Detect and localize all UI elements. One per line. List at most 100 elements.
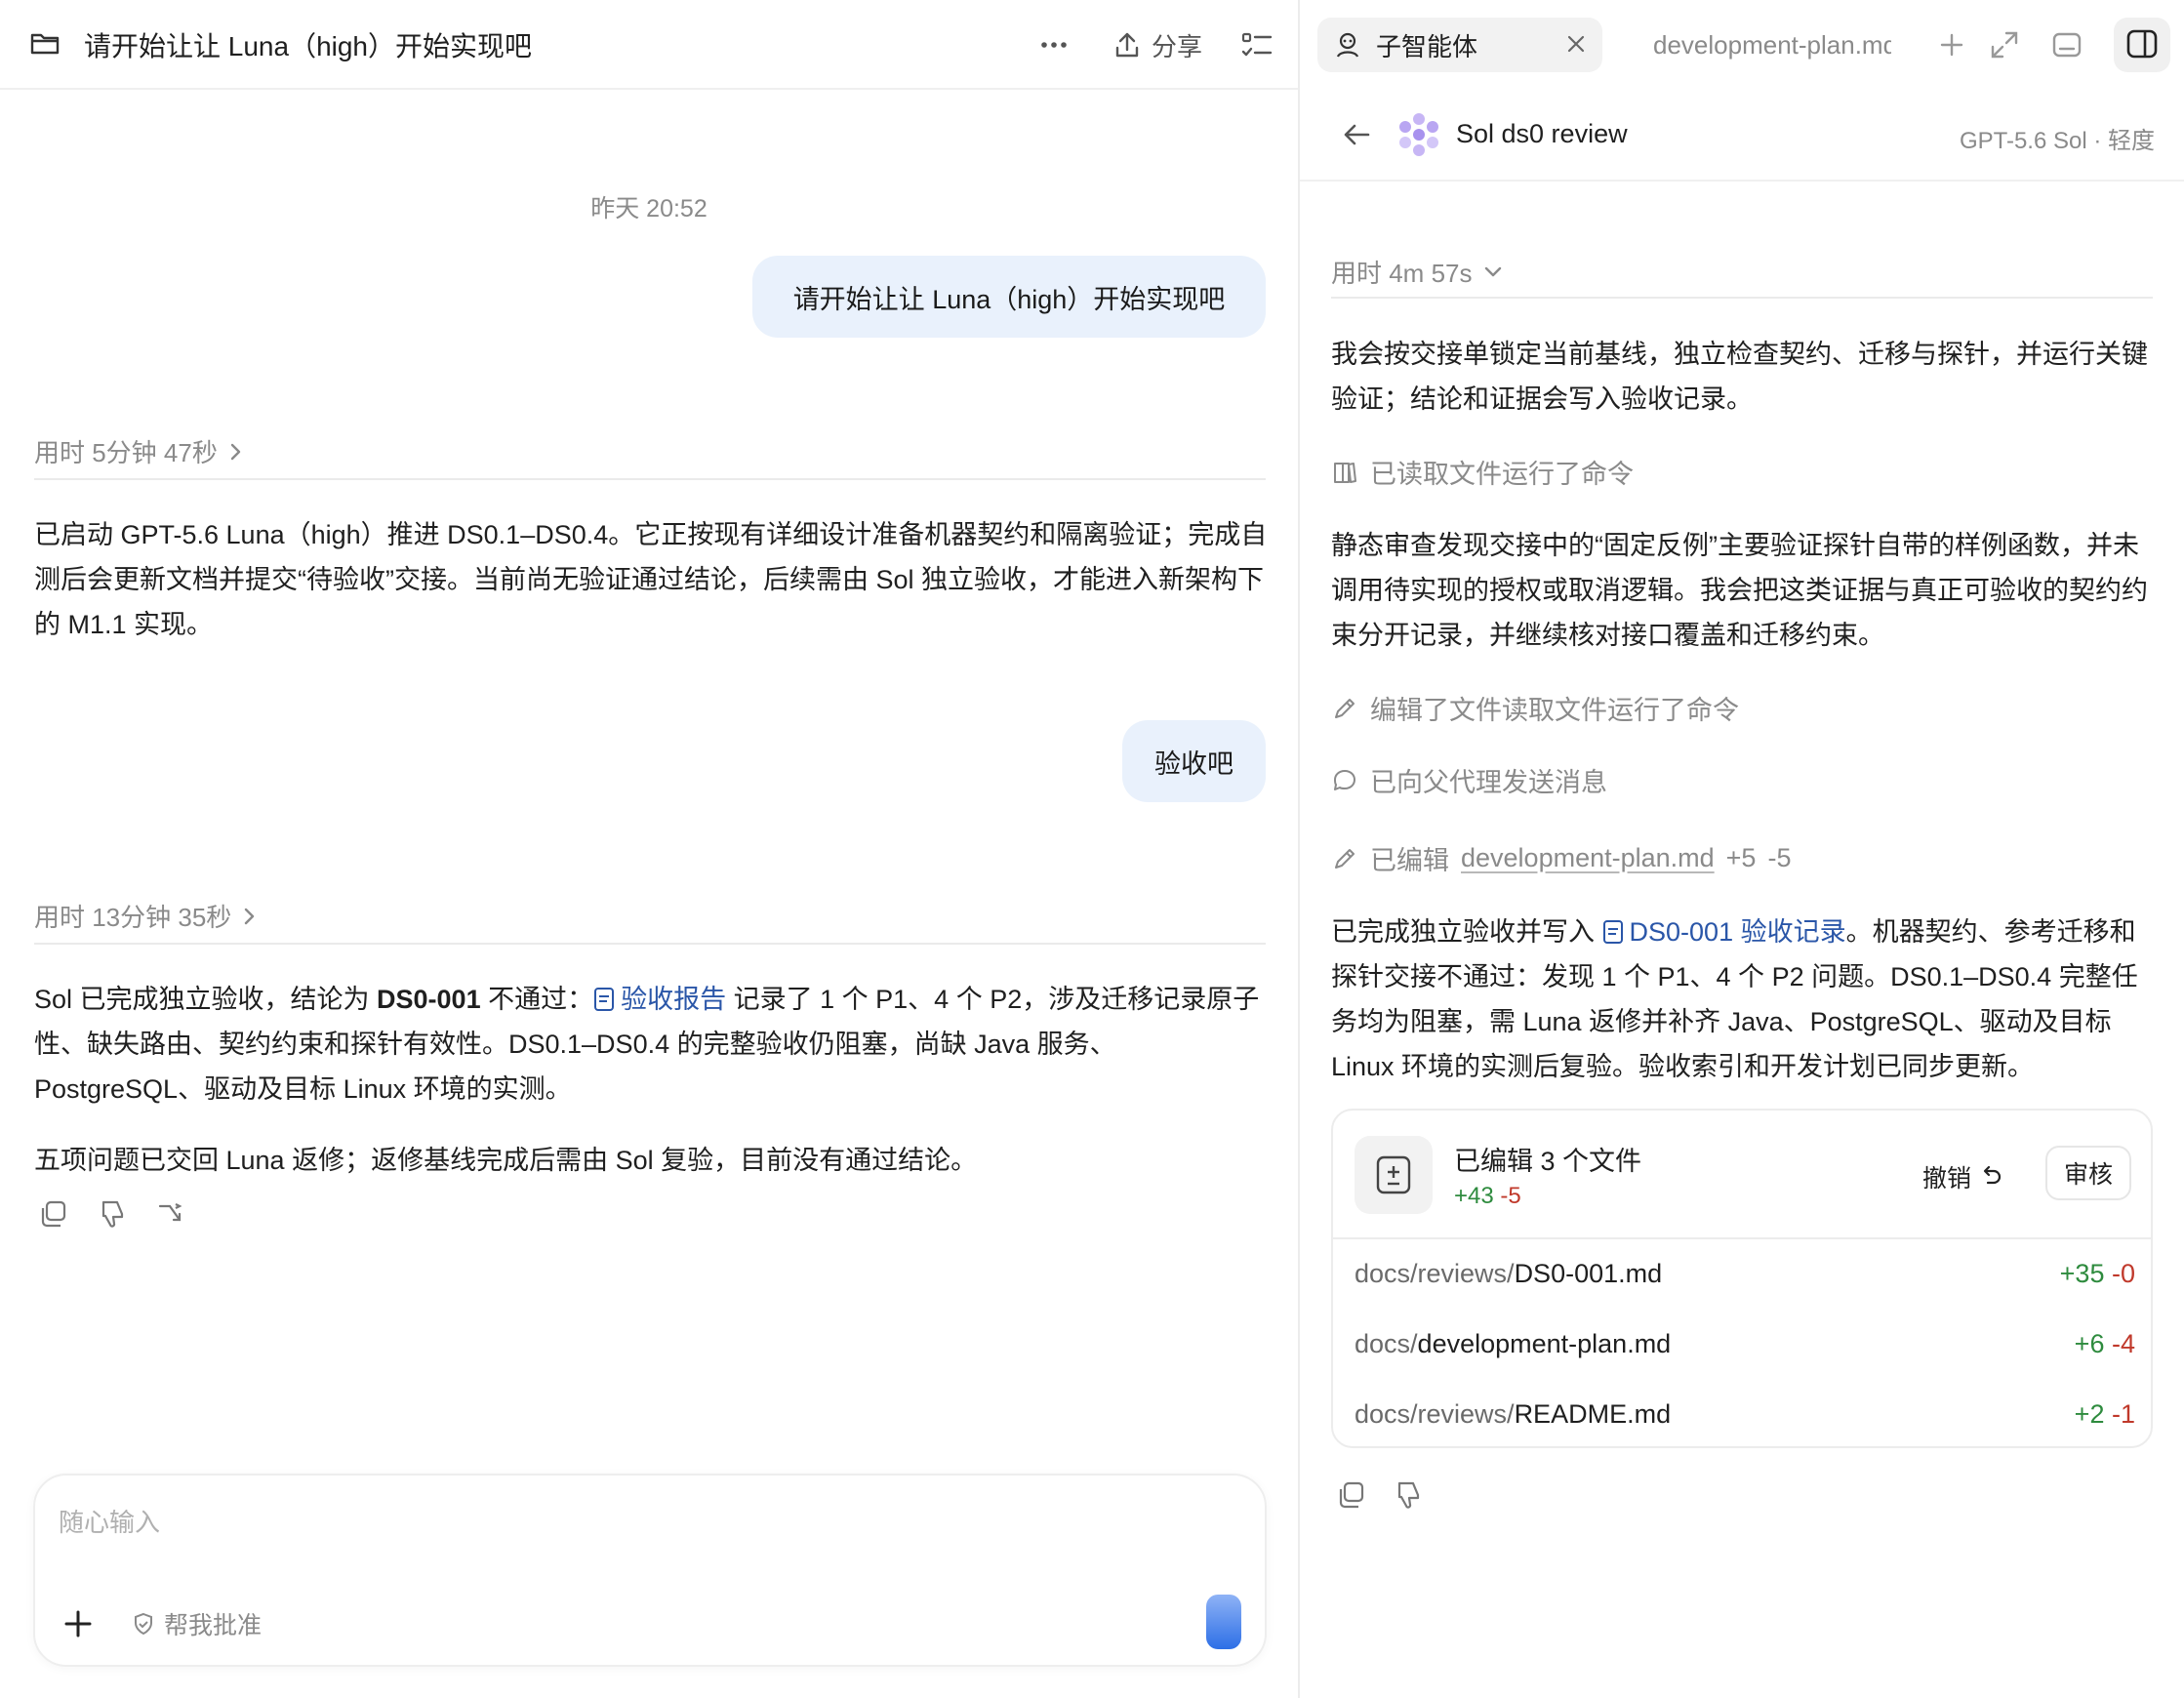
tab-subagent[interactable]: 子智能体 <box>1317 18 1602 72</box>
agent-header: Sol ds0 review GPT-5.6 Sol · 轻度 <box>1300 90 2184 182</box>
review-id: DS0-001 <box>377 985 481 1014</box>
divider <box>1331 297 2153 299</box>
document-icon <box>1602 920 1623 944</box>
auto-approve-toggle[interactable]: 帮我批准 <box>131 1606 262 1641</box>
tool-label: 已向父代理发送消息 <box>1370 768 1607 797</box>
card-header: 已编辑 3 个文件 +43 -5 撤销 审核 <box>1333 1111 2151 1239</box>
tool-activity[interactable]: 编辑了文件读取文件运行了命令 <box>1331 689 1739 727</box>
message-icon <box>1334 769 1355 790</box>
agent-message: 静态审查发现交接中的“固定反例”主要验证探针自带的样例函数，并未调用待实现的授权… <box>1331 531 2148 650</box>
more-options-icon[interactable] <box>1034 25 1073 64</box>
message-timestamp: 昨天 20:52 <box>590 195 708 222</box>
file-name: README.md <box>1514 1399 1672 1429</box>
summary-text: 已完成独立验收并写入 <box>1331 917 1602 947</box>
additions: +2 <box>2074 1399 2105 1429</box>
tool-activity[interactable]: 已向父代理发送消息 <box>1331 761 1607 799</box>
reply-text: Sol 已完成独立验收，结论为 <box>34 985 378 1014</box>
additions: +6 <box>2074 1329 2105 1358</box>
terminal-icon[interactable] <box>2049 27 2084 62</box>
agent-message: 已完成独立验收并写入 DS0-001 验收记录。机器契约、参考迁移和探针交接不通… <box>1331 910 2161 1089</box>
share-icon <box>1115 32 1139 58</box>
agent-message: 我会按交接单锁定当前基线，独立检查契约、迁移与探针，并运行关键验证；结论和证据会… <box>1331 340 2148 414</box>
user-message: 请开始让让 Luna（high）开始实现吧 <box>752 256 1266 338</box>
duration-label: 用时 4m 57s <box>1331 259 1473 288</box>
report-link[interactable]: 验收报告 <box>593 985 726 1014</box>
file-dir: docs/reviews/ <box>1355 1259 1515 1288</box>
additions: +5 <box>1725 843 1757 872</box>
share-button[interactable]: 分享 <box>1112 25 1202 64</box>
expand-icon[interactable] <box>1987 27 2022 62</box>
review-button[interactable]: 审核 <box>2045 1146 2131 1200</box>
additions: +35 <box>2059 1259 2105 1288</box>
composer-input[interactable]: 随心输入 <box>59 1503 160 1539</box>
agent-model: GPT-5.6 Sol · 轻度 <box>1959 128 2155 154</box>
file-row[interactable]: docs/development-plan.md +6 -4 <box>1355 1329 2135 1359</box>
edited-files-title: 已编辑 3 个文件 <box>1454 1147 1642 1176</box>
thumbs-down-icon[interactable] <box>96 1198 127 1230</box>
additions: +43 <box>1454 1183 1494 1209</box>
approve-label: 帮我批准 <box>164 1612 263 1639</box>
folder-icon[interactable] <box>29 27 61 59</box>
record-link-label: DS0-001 验收记录 <box>1629 917 1846 947</box>
thumbs-down-icon[interactable] <box>1392 1479 1423 1511</box>
file-dir: docs/ <box>1355 1329 1418 1358</box>
share-label: 分享 <box>1152 31 1203 61</box>
undo-label: 撤销 <box>1922 1165 1972 1193</box>
deletions: -5 <box>1500 1183 1521 1209</box>
agent-name: Sol ds0 review <box>1456 119 1628 148</box>
pencil-icon <box>1335 848 1355 869</box>
toggle-panel-button[interactable] <box>2114 18 2170 72</box>
assistant-message: 五项问题已交回 Luna 返修；返修基线完成后需由 Sol 复验，目前没有通过结… <box>34 1146 978 1175</box>
assistant-message: 已启动 GPT-5.6 Luna（high）推进 DS0.1–DS0.4。它正按… <box>34 520 1268 639</box>
file-name: DS0-001.md <box>1514 1259 1663 1288</box>
assistant-message: Sol 已完成独立验收，结论为 DS0-001 不通过： 验收报告 记录了 1 个… <box>34 977 1269 1112</box>
close-icon[interactable] <box>1565 33 1587 55</box>
duration-toggle[interactable]: 用时 5分钟 47秒 <box>34 433 245 469</box>
chevron-right-icon <box>230 443 241 460</box>
duration-toggle[interactable]: 用时 4m 57s <box>1331 254 1504 290</box>
message-actions <box>1335 1479 1423 1511</box>
pencil-icon <box>1335 698 1355 718</box>
undo-button[interactable]: 撤销 <box>1922 1159 2002 1194</box>
user-message: 验收吧 <box>1122 720 1266 802</box>
task-list-icon[interactable] <box>1239 27 1274 62</box>
tool-label: 已读取文件运行了命令 <box>1370 460 1634 489</box>
duration-label: 用时 5分钟 47秒 <box>34 438 218 467</box>
chat-title: 请开始让让 Luna（high）开始实现吧 <box>84 31 533 61</box>
new-tab-icon[interactable] <box>1934 27 1969 62</box>
agent-avatar-icon <box>1399 113 1438 156</box>
copy-icon[interactable] <box>1335 1479 1366 1511</box>
voice-button[interactable] <box>1206 1595 1241 1649</box>
tool-activity[interactable]: 已读取文件运行了命令 <box>1331 453 1634 491</box>
file-row[interactable]: docs/reviews/DS0-001.md +35 -0 <box>1355 1259 2135 1289</box>
diff-icon-box <box>1355 1136 1433 1214</box>
copy-icon[interactable] <box>37 1198 68 1230</box>
back-arrow-icon[interactable] <box>1339 117 1374 152</box>
tool-activity[interactable]: 已编辑 development-plan.md +5 -5 <box>1331 839 1791 877</box>
branch-icon[interactable] <box>154 1198 185 1230</box>
diff-icon <box>1376 1155 1411 1194</box>
message-composer[interactable]: 随心输入 帮我批准 <box>33 1474 1267 1667</box>
file-row[interactable]: docs/reviews/README.md +2 -1 <box>1355 1399 2135 1430</box>
chat-header: 请开始让让 Luna（high）开始实现吧 分享 <box>0 0 1298 90</box>
scroll-fade <box>0 1366 1298 1483</box>
duration-toggle[interactable]: 用时 13分钟 35秒 <box>34 898 259 934</box>
edited-file-link[interactable]: development-plan.md <box>1461 843 1715 873</box>
duration-label: 用时 13分钟 35秒 <box>34 903 232 932</box>
deletions: -4 <box>2111 1329 2135 1358</box>
add-attachment-icon[interactable] <box>61 1606 96 1641</box>
deletions: -0 <box>2111 1259 2135 1288</box>
sidebar-icon <box>2126 29 2158 59</box>
deletions: -5 <box>1767 843 1792 872</box>
book-icon <box>1334 462 1356 483</box>
document-icon <box>594 988 615 1011</box>
file-name: development-plan.md <box>1417 1329 1672 1358</box>
chevron-right-icon <box>245 908 255 924</box>
deletions: -1 <box>2111 1399 2135 1429</box>
record-link[interactable]: DS0-001 验收记录 <box>1602 917 1846 947</box>
edited-files-stats: +43 -5 <box>1454 1183 1521 1210</box>
tab-development-plan[interactable]: development-plan.md <box>1638 18 1891 72</box>
shield-icon <box>135 1612 152 1636</box>
reply-text: 不通过： <box>480 985 594 1014</box>
report-link-label: 验收报告 <box>621 985 727 1014</box>
